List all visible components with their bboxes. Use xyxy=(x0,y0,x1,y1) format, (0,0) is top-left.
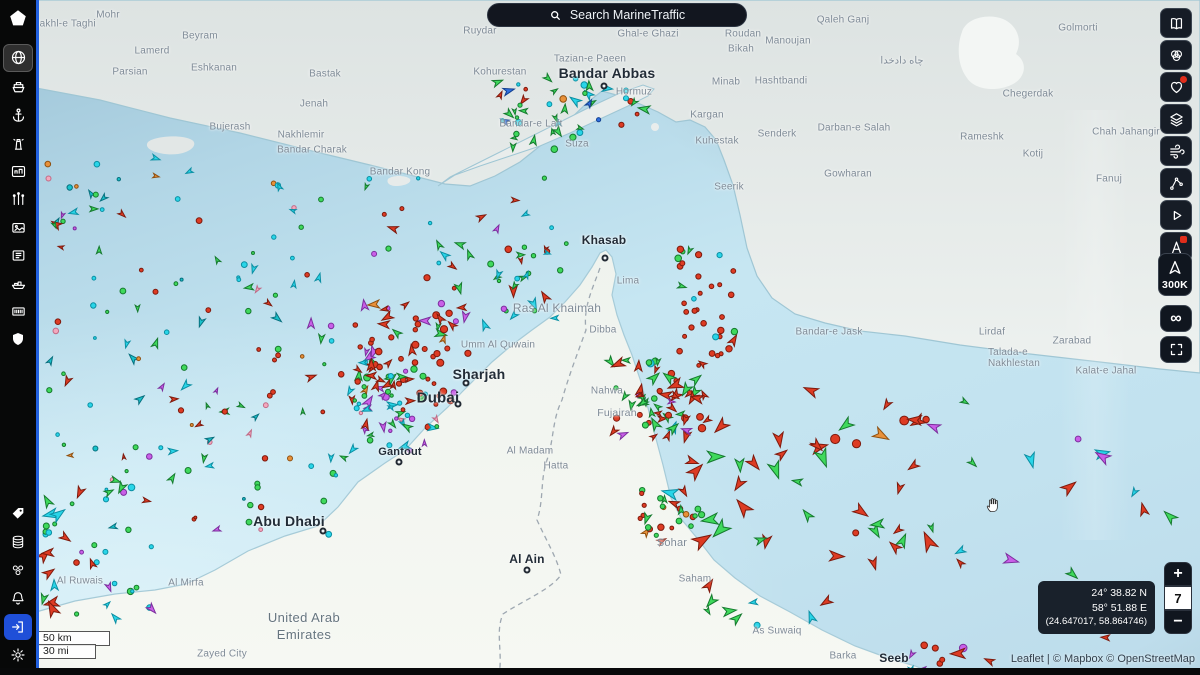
sidebar-item-containers[interactable] xyxy=(4,299,32,324)
map-attribution: Leaflet | © Mapbox © OpenStreetMap xyxy=(1011,653,1195,665)
zoom-in-button[interactable]: + xyxy=(1164,562,1192,586)
scale-imperial: 30 mi xyxy=(38,644,96,659)
ship-front-icon xyxy=(10,79,27,96)
map-toolbar xyxy=(1160,8,1192,262)
cursor-hand-icon xyxy=(984,495,1003,519)
zoom-control: + 7 − xyxy=(1164,562,1192,634)
bell-icon xyxy=(10,590,26,606)
zoom-out-button[interactable]: − xyxy=(1164,610,1192,634)
search-placeholder: Search MarineTraffic xyxy=(570,8,685,22)
search-input[interactable]: Search MarineTraffic xyxy=(487,3,747,27)
sidebar-item-ports[interactable] xyxy=(4,103,32,128)
settings-gear-icon xyxy=(10,647,26,663)
latitude-dm: 24° 38.82 N xyxy=(1046,586,1147,601)
scale-bar: 50 km 30 mi xyxy=(38,631,110,659)
coordinates-decimal: (24.647017, 58.864746) xyxy=(1046,615,1147,628)
sidebar-item-sign-in[interactable] xyxy=(4,614,32,640)
attribution-separator: | © xyxy=(1044,653,1064,665)
zoom-level-indicator: 7 xyxy=(1164,586,1192,610)
marinetraffic-logo[interactable] xyxy=(5,6,31,32)
sidebar-item-vessels[interactable] xyxy=(4,75,32,100)
antenna-icon xyxy=(10,191,27,208)
apps-gears-icon xyxy=(10,562,26,578)
screen-bottom-bezel xyxy=(0,668,1200,675)
photos-icon xyxy=(10,219,27,236)
sidebar-item-ais-stations[interactable] xyxy=(4,187,32,212)
coordinates-panel: 24° 38.82 N 58° 51.88 E (24.647017, 58.8… xyxy=(1038,581,1155,634)
tag-icon xyxy=(10,506,26,522)
shield-icon xyxy=(10,331,26,347)
longitude-dm: 58° 51.88 E xyxy=(1046,601,1147,616)
measure-distance-button[interactable] xyxy=(1160,168,1192,198)
anchor-icon xyxy=(10,107,27,124)
attribution-separator2: © xyxy=(1103,653,1117,665)
screen: Nakhl-e TaghiMohrLamerdBeyramParsianEshk… xyxy=(0,0,1200,675)
sidebar-item-photos[interactable] xyxy=(4,215,32,240)
infinite-mode-button[interactable]: ∞ xyxy=(1160,305,1192,332)
past-track-lock-badge xyxy=(1180,236,1187,243)
database-icon xyxy=(10,534,26,550)
sidebar-item-stations[interactable] xyxy=(4,131,32,156)
sign-in-icon xyxy=(10,619,26,635)
attribution-mapbox-link[interactable]: Mapbox xyxy=(1064,653,1103,665)
sidebar-item-tags[interactable] xyxy=(4,502,32,527)
infinity-icon: ∞ xyxy=(1170,311,1181,327)
fullscreen-button[interactable] xyxy=(1160,336,1192,363)
sidebar-item-data[interactable] xyxy=(4,530,32,555)
sidebar-item-explore-globe[interactable] xyxy=(3,44,33,72)
sidebar-item-fleet[interactable] xyxy=(4,271,32,296)
sidebar-item-notifications[interactable] xyxy=(4,586,32,611)
map-filters-button[interactable] xyxy=(1160,40,1192,70)
app-sidebar xyxy=(0,0,36,675)
sidebar-item-news[interactable] xyxy=(4,243,32,268)
sidebar-item-settings[interactable] xyxy=(4,643,32,668)
nav-arrow-icon xyxy=(1166,259,1184,277)
map-canvas[interactable]: Nakhl-e TaghiMohrLamerdBeyramParsianEshk… xyxy=(0,0,1200,675)
attribution-osm-link[interactable]: OpenStreetMap xyxy=(1117,653,1195,665)
lighthouse-icon xyxy=(10,135,27,152)
favorites-badge xyxy=(1180,76,1187,83)
weather-wind-button[interactable] xyxy=(1160,136,1192,166)
sidebar-item-apps[interactable] xyxy=(4,558,32,583)
port-card-icon xyxy=(10,163,27,180)
sidebar-accent-divider xyxy=(36,0,39,675)
vessel-count-panel[interactable]: 300K xyxy=(1158,253,1192,296)
ship-side-icon xyxy=(10,275,27,292)
sidebar-item-shield[interactable] xyxy=(4,327,32,352)
news-icon xyxy=(10,247,27,264)
favorites-button[interactable] xyxy=(1160,72,1192,102)
playback-button[interactable] xyxy=(1160,200,1192,230)
vessel-markers[interactable] xyxy=(0,0,1200,675)
vessel-count-label: 300K xyxy=(1162,279,1188,291)
search-icon xyxy=(549,9,562,22)
guide-book-button[interactable] xyxy=(1160,8,1192,38)
attribution-leaflet-link[interactable]: Leaflet xyxy=(1011,653,1044,665)
sidebar-item-port-congestion[interactable] xyxy=(4,159,32,184)
map-layers-button[interactable] xyxy=(1160,104,1192,134)
fullscreen-icon xyxy=(1169,342,1184,357)
container-barcode-icon xyxy=(10,303,27,320)
globe-icon xyxy=(10,49,27,66)
